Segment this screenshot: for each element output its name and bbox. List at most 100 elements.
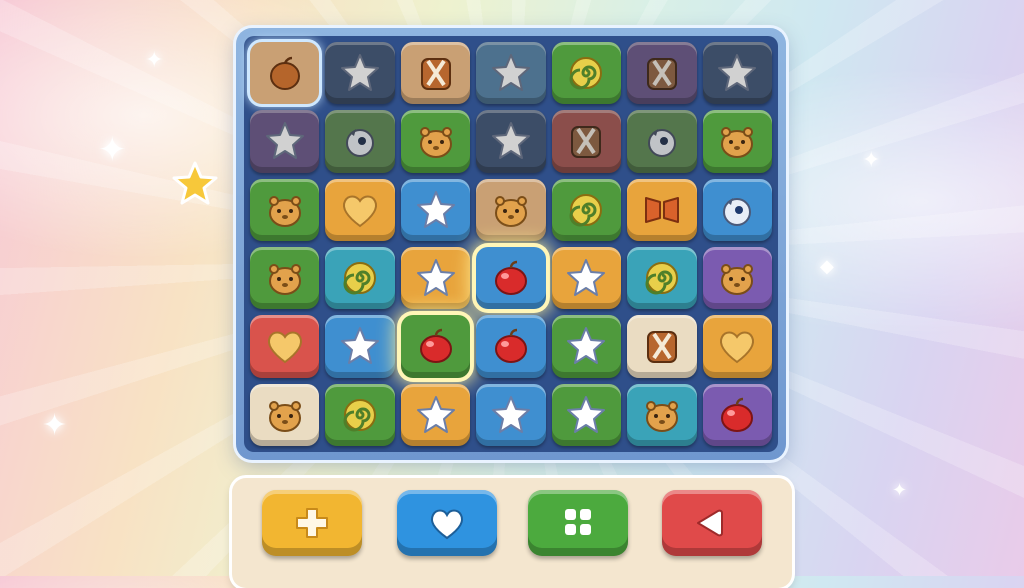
acorn-icon — [269, 56, 300, 91]
toolbar — [232, 478, 792, 588]
bird-icon — [346, 129, 375, 158]
star-icon — [491, 54, 530, 92]
tile-bird[interactable] — [702, 178, 772, 241]
tile-backpack[interactable] — [627, 42, 697, 105]
hamster-icon — [645, 400, 678, 432]
swirl-icon — [645, 262, 678, 295]
backpack-icon — [571, 126, 602, 159]
tile-grid — [244, 36, 778, 452]
sparkle-icon: ✦ — [145, 48, 164, 73]
tile-star[interactable] — [551, 246, 622, 310]
tile-swirl[interactable] — [627, 246, 697, 310]
tile-apple[interactable] — [476, 246, 546, 310]
tile-backpack[interactable] — [400, 42, 471, 105]
bird-icon — [723, 197, 752, 226]
hamster-icon — [721, 264, 754, 296]
back-arrow-icon — [697, 509, 723, 537]
star-icon — [567, 395, 606, 433]
tile-backpack[interactable] — [551, 110, 622, 173]
tile-swirl[interactable] — [325, 246, 395, 310]
star-icon — [567, 327, 606, 365]
star-icon — [341, 54, 380, 92]
star-icon — [491, 122, 530, 160]
star-icon — [265, 122, 304, 160]
heart-icon — [720, 331, 755, 364]
tile-swirl[interactable] — [551, 42, 622, 105]
apple-icon — [494, 329, 527, 364]
sparkle-icon: ✦ — [862, 148, 881, 173]
add-button[interactable] — [262, 490, 362, 556]
floating-star-icon — [172, 161, 218, 205]
tile-star[interactable] — [476, 383, 546, 446]
tile-hamster[interactable] — [702, 110, 772, 173]
plus-icon — [296, 508, 328, 538]
apple-icon — [494, 260, 527, 296]
tile-star[interactable] — [476, 110, 546, 173]
backpack-icon — [646, 58, 677, 91]
hamster-icon — [494, 195, 527, 227]
tile-hamster[interactable] — [250, 246, 320, 310]
ribbon-icon — [644, 196, 679, 223]
heart-icon — [267, 331, 302, 364]
tile-backpack[interactable] — [627, 315, 697, 378]
tile-heart[interactable] — [325, 178, 395, 241]
swirl-icon — [343, 398, 377, 432]
star-icon — [416, 259, 455, 297]
swirl-icon — [569, 57, 603, 90]
sparkle-icon: ✦ — [42, 408, 68, 443]
hamster-icon — [268, 195, 301, 227]
hamster-icon — [419, 127, 452, 159]
hamster-icon — [268, 400, 301, 432]
tile-star[interactable] — [250, 110, 320, 173]
sparkle-icon: ✦ — [98, 130, 127, 170]
tile-hamster[interactable] — [702, 246, 772, 310]
tile-bird[interactable] — [325, 110, 395, 173]
grid-button[interactable] — [528, 490, 628, 556]
star-icon — [416, 395, 455, 433]
star-icon — [416, 190, 455, 228]
tile-acorn[interactable] — [250, 42, 320, 105]
swirl-icon — [343, 262, 377, 295]
tile-star[interactable] — [551, 315, 622, 378]
tile-star[interactable] — [476, 42, 546, 105]
tile-apple[interactable] — [400, 315, 471, 378]
tile-star[interactable] — [702, 42, 772, 105]
tile-heart[interactable] — [250, 315, 320, 378]
tile-hamster[interactable] — [476, 178, 546, 241]
tile-apple[interactable] — [476, 315, 546, 378]
hamster-icon — [721, 127, 754, 159]
tile-star[interactable] — [400, 383, 471, 446]
tile-hamster[interactable] — [400, 110, 471, 173]
tile-star[interactable] — [400, 178, 471, 241]
tile-star[interactable] — [551, 383, 622, 446]
tile-hamster[interactable] — [627, 383, 697, 446]
star-icon — [718, 54, 757, 92]
heart-button[interactable] — [397, 490, 497, 556]
tile-star[interactable] — [325, 42, 395, 105]
grid-icon — [565, 509, 591, 535]
sparkle-icon: ◆ — [820, 256, 834, 277]
apple-icon — [419, 329, 452, 364]
bird-icon — [647, 129, 676, 158]
backpack-icon — [420, 58, 451, 91]
tile-swirl[interactable] — [325, 383, 395, 446]
heart-icon — [430, 509, 464, 540]
tile-hamster[interactable] — [250, 178, 320, 241]
swirl-icon — [569, 193, 603, 227]
tile-apple[interactable] — [702, 383, 772, 446]
sparkle-icon: ✦ — [892, 480, 908, 501]
tile-swirl[interactable] — [551, 178, 622, 241]
tile-star[interactable] — [325, 315, 395, 378]
star-icon — [567, 259, 606, 297]
heart-icon — [343, 195, 378, 228]
tile-bird[interactable] — [627, 110, 697, 173]
tile-star[interactable] — [400, 246, 471, 310]
tile-ribbon[interactable] — [627, 178, 697, 241]
tile-hamster[interactable] — [250, 383, 320, 446]
star-icon — [491, 395, 530, 433]
tile-heart[interactable] — [702, 315, 772, 378]
backpack-icon — [646, 331, 677, 364]
hamster-icon — [268, 264, 301, 296]
apple-icon — [721, 397, 754, 432]
back-button[interactable] — [662, 490, 762, 556]
